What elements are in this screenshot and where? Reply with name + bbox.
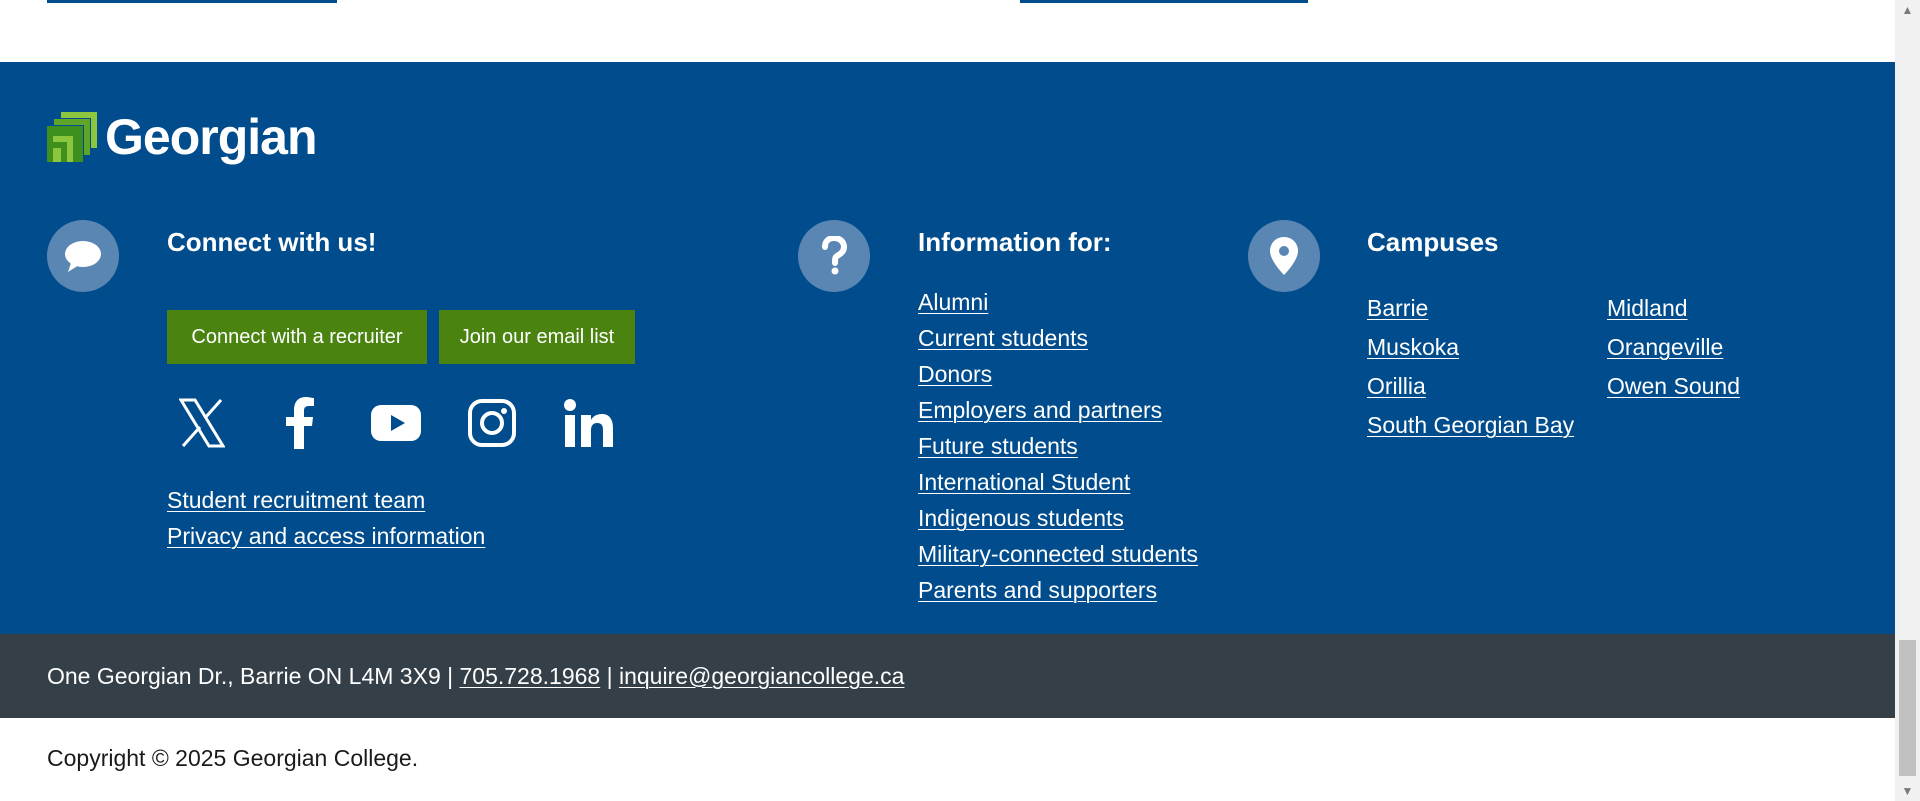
campus-south-georgian-bay-link[interactable]: South Georgian Bay [1367, 406, 1607, 445]
campus-owen-sound-link[interactable]: Owen Sound [1607, 367, 1807, 406]
scroll-down-icon[interactable]: ▼ [1895, 781, 1920, 801]
campus-barrie-link[interactable]: Barrie [1367, 289, 1607, 328]
link-underline-bar [1020, 0, 1308, 3]
list-item: Donors [918, 356, 1198, 392]
x-icon[interactable] [172, 393, 232, 453]
email-link[interactable]: inquire@georgiancollege.ca [619, 663, 904, 689]
list-item: International Student [918, 464, 1198, 500]
question-icon [798, 220, 870, 292]
phone-link[interactable]: 705.728.1968 [460, 663, 601, 689]
link-underline-bar [47, 0, 337, 3]
connect-links: Student recruitment team Privacy and acc… [167, 482, 485, 554]
separator: | [606, 662, 613, 689]
list-item: Employers and partners [918, 392, 1198, 428]
list-item: Alumni [918, 284, 1198, 320]
campus-orillia-link[interactable]: Orillia [1367, 367, 1607, 406]
connect-title: Connect with us! [167, 227, 377, 257]
alumni-link[interactable]: Alumni [918, 289, 988, 315]
georgian-logo-mark-icon [47, 112, 97, 162]
map-pin-icon [1248, 220, 1320, 292]
military-connected-students-link[interactable]: Military-connected students [918, 541, 1198, 567]
list-item: Current students [918, 320, 1198, 356]
future-students-link[interactable]: Future students [918, 433, 1078, 459]
separator: | [447, 662, 454, 689]
student-recruitment-team-link[interactable]: Student recruitment team [167, 487, 425, 513]
list-item: Military-connected students [918, 536, 1198, 572]
page-scrollbar[interactable]: ▲ ▼ [1895, 0, 1920, 801]
copyright-text: Copyright © 2025 Georgian College. [47, 745, 419, 771]
instagram-icon[interactable] [462, 393, 522, 453]
parents-supporters-link[interactable]: Parents and supporters [918, 577, 1157, 603]
join-email-list-button[interactable]: Join our email list [439, 310, 635, 364]
campus-muskoka-link[interactable]: Muskoka [1367, 328, 1607, 367]
scroll-up-icon[interactable]: ▲ [1895, 0, 1920, 20]
information-title: Information for: [918, 227, 1112, 257]
chat-bubble-icon [47, 220, 119, 292]
contact-bar: One Georgian Dr., Barrie ON L4M 3X9 | 70… [0, 634, 1895, 718]
list-item: Parents and supporters [918, 572, 1198, 608]
list-item: Student recruitment team [167, 482, 485, 518]
scrollbar-thumb[interactable] [1899, 640, 1916, 776]
privacy-access-link[interactable]: Privacy and access information [167, 523, 485, 549]
top-content-strip [0, 0, 1895, 62]
youtube-icon[interactable] [366, 393, 426, 453]
georgian-logo[interactable]: Georgian [47, 109, 317, 165]
list-item: Indigenous students [918, 500, 1198, 536]
international-student-link[interactable]: International Student [918, 469, 1130, 495]
address-text: One Georgian Dr., Barrie ON L4M 3X9 [47, 662, 441, 689]
list-item: Privacy and access information [167, 518, 485, 554]
current-students-link[interactable]: Current students [918, 325, 1088, 351]
campuses-links: Barrie Midland Muskoka Orangeville Orill… [1367, 289, 1807, 445]
linkedin-icon[interactable] [558, 393, 618, 453]
logo-wordmark: Georgian [105, 109, 317, 165]
campus-midland-link[interactable]: Midland [1607, 289, 1807, 328]
information-links: Alumni Current students Donors Employers… [918, 284, 1198, 608]
indigenous-students-link[interactable]: Indigenous students [918, 505, 1124, 531]
list-item: Future students [918, 428, 1198, 464]
campus-orangeville-link[interactable]: Orangeville [1607, 328, 1807, 367]
employers-partners-link[interactable]: Employers and partners [918, 397, 1162, 423]
site-footer: Georgian Connect with us! Connect with a… [0, 62, 1895, 634]
facebook-icon[interactable] [270, 393, 330, 453]
donors-link[interactable]: Donors [918, 361, 992, 387]
campuses-title: Campuses [1367, 227, 1499, 257]
connect-recruiter-button[interactable]: Connect with a recruiter [167, 310, 427, 364]
